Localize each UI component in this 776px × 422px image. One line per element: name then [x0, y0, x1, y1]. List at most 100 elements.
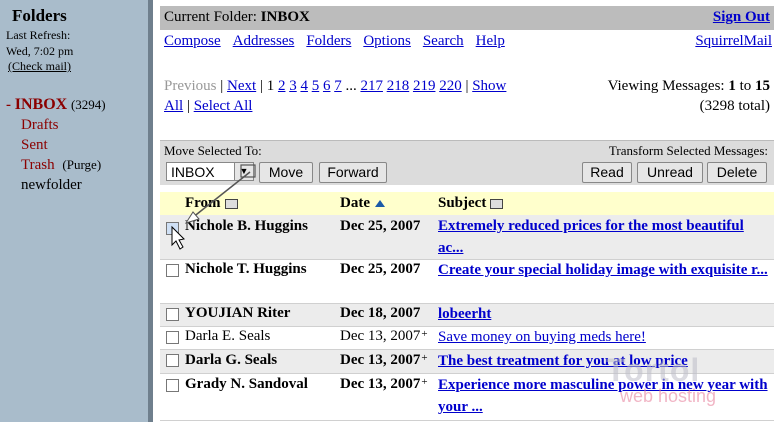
sort-icon[interactable] — [224, 198, 238, 209]
action-bar: Move Selected To: Transform Selected Mes… — [160, 140, 774, 185]
current-folder-label: Current Folder: — [164, 9, 257, 25]
row-checkbox[interactable] — [166, 308, 179, 321]
col-from[interactable]: From — [185, 195, 238, 212]
row-date: Dec 25, 2007 — [340, 218, 421, 234]
row-checkbox[interactable] — [166, 354, 179, 367]
read-button[interactable]: Read — [582, 162, 632, 183]
nav-addresses[interactable]: Addresses — [233, 33, 295, 49]
nav-compose[interactable]: Compose — [164, 33, 221, 49]
viewing-label: Viewing Messages: — [607, 78, 725, 94]
folder-label[interactable]: Trash — [21, 157, 55, 173]
page-link[interactable]: 5 — [312, 78, 320, 94]
row-subject-link[interactable]: Create your special holiday image with e… — [438, 259, 768, 281]
purge-link[interactable]: (Purge) — [62, 157, 101, 172]
folder-prefix: - — [6, 97, 15, 113]
header-bar: Current Folder: INBOX Sign Out — [160, 6, 774, 30]
next-link[interactable]: Next — [227, 78, 256, 94]
table-row[interactable]: Nichole T. Huggins Dec 25, 2007 Create y… — [160, 260, 774, 304]
move-target-value: INBOX — [171, 164, 215, 180]
row-subject-link[interactable]: The best treatment for you at low price — [438, 350, 768, 372]
folders-title: Folders — [12, 6, 67, 25]
table-row[interactable]: YOUJIAN Riter Dec 18, 2007 lobeerht — [160, 304, 774, 327]
folder-item-trash[interactable]: Trash (Purge) — [6, 155, 106, 175]
page-links: Previous | Next | 1 2 3 4 5 6 7 ... 217 … — [164, 78, 507, 114]
page-link[interactable]: 218 — [387, 78, 410, 94]
page-link[interactable]: 217 — [360, 78, 383, 94]
row-checkbox[interactable] — [166, 264, 179, 277]
folder-count: (3294) — [70, 97, 106, 112]
message-list-pane: Current Folder: INBOX Sign Out Compose Ad… — [160, 0, 776, 422]
page-link[interactable]: 7 — [334, 78, 342, 94]
row-from: Darla E. Seals — [185, 328, 271, 344]
nav-help[interactable]: Help — [476, 33, 505, 49]
nav-folders[interactable]: Folders — [306, 33, 351, 49]
forward-button[interactable]: Forward — [319, 162, 387, 183]
sort-ascending-icon[interactable] — [375, 200, 385, 208]
row-date: Dec 25, 2007 — [340, 261, 421, 277]
sign-out-link[interactable]: Sign Out — [713, 9, 770, 26]
row-date: Dec 13, 2007+ — [340, 352, 428, 368]
page-link[interactable]: 4 — [300, 78, 308, 94]
table-header: From Date Subject — [160, 192, 774, 215]
current-folder: Current Folder: INBOX — [164, 9, 310, 26]
last-refresh: Last Refresh: Wed, 7:02 pm — [6, 27, 73, 59]
col-subject[interactable]: Subject — [438, 195, 504, 212]
last-refresh-label: Last Refresh: — [6, 28, 71, 42]
delete-button[interactable]: Delete — [707, 162, 767, 183]
sort-icon[interactable] — [490, 198, 504, 209]
row-date: Dec 18, 2007 — [340, 305, 421, 321]
viewing-to: 15 — [755, 78, 770, 94]
show-all-link-cont[interactable]: All — [164, 98, 183, 114]
squirrelmail-link[interactable]: SquirrelMail — [695, 33, 772, 50]
select-all-link[interactable]: Select All — [194, 98, 253, 114]
row-subject-link[interactable]: Extremely reduced prices for the most be… — [438, 215, 768, 259]
nav-options[interactable]: Options — [363, 33, 411, 49]
row-subject-link[interactable]: Experience more masculine power in new y… — [438, 374, 768, 418]
row-from: Nichole T. Huggins — [185, 261, 307, 277]
col-date[interactable]: Date — [340, 195, 385, 212]
row-from: Nichole B. Huggins — [185, 218, 308, 234]
folder-label[interactable]: INBOX — [15, 96, 67, 113]
viewing-to-label: to — [739, 78, 752, 94]
page-link[interactable]: 6 — [323, 78, 331, 94]
row-from: YOUJIAN Riter — [185, 305, 291, 321]
show-all-link[interactable]: Show — [472, 78, 506, 94]
move-target-select[interactable]: INBOX ▼ — [166, 162, 254, 181]
pane-divider[interactable] — [148, 0, 153, 422]
current-folder-name: INBOX — [260, 9, 310, 25]
folder-label[interactable]: newfolder — [21, 177, 82, 193]
row-checkbox[interactable] — [166, 379, 179, 392]
folder-item-sent[interactable]: Sent — [6, 135, 106, 155]
folder-list: - INBOX (3294) Drafts Sent Trash (Purge)… — [6, 95, 106, 195]
folder-item-drafts[interactable]: Drafts — [6, 115, 106, 135]
viewing-summary: Viewing Messages: 1 to 15 (3298 total) — [608, 76, 770, 116]
page-link[interactable]: 220 — [439, 78, 462, 94]
table-row[interactable]: Darla E. Seals Dec 13, 2007+ Save money … — [160, 327, 774, 350]
move-selected-label: Move Selected To: — [164, 143, 262, 158]
check-mail-link[interactable]: (Check mail) — [8, 59, 71, 74]
page-link[interactable]: 3 — [289, 78, 297, 94]
folder-label[interactable]: Sent — [21, 137, 48, 153]
row-subject-link[interactable]: Save money on buying meds here! — [438, 326, 768, 348]
nav-search[interactable]: Search — [423, 33, 464, 49]
row-subject-link[interactable]: lobeerht — [438, 303, 768, 325]
table-row[interactable]: Darla G. Seals Dec 13, 2007+ The best tr… — [160, 350, 774, 374]
row-checkbox[interactable] — [166, 331, 179, 344]
main-nav: Compose Addresses Folders Options Search Help… — [164, 33, 772, 50]
move-button[interactable]: Move — [259, 162, 313, 183]
folder-item-newfolder[interactable]: newfolder — [6, 175, 106, 195]
folder-item-inbox[interactable]: - INBOX (3294) — [6, 95, 106, 115]
table-row[interactable]: Grady N. Sandoval Dec 13, 2007+ Experien… — [160, 374, 774, 421]
unread-button[interactable]: Unread — [637, 162, 703, 183]
row-from: Darla G. Seals — [185, 352, 278, 368]
table-row[interactable]: Nichole B. Huggins Dec 25, 2007 Extremel… — [160, 215, 774, 260]
page-link[interactable]: 2 — [278, 78, 286, 94]
row-checkbox[interactable] — [166, 222, 179, 235]
total-count: (3298 total) — [699, 98, 770, 114]
page-ellipsis: ... — [345, 78, 357, 94]
page-link[interactable]: 219 — [413, 78, 436, 94]
row-date: Dec 13, 2007+ — [340, 328, 428, 344]
chevron-down-icon[interactable]: ▼ — [234, 163, 253, 180]
page-current: 1 — [266, 78, 275, 94]
folder-label[interactable]: Drafts — [21, 117, 59, 133]
